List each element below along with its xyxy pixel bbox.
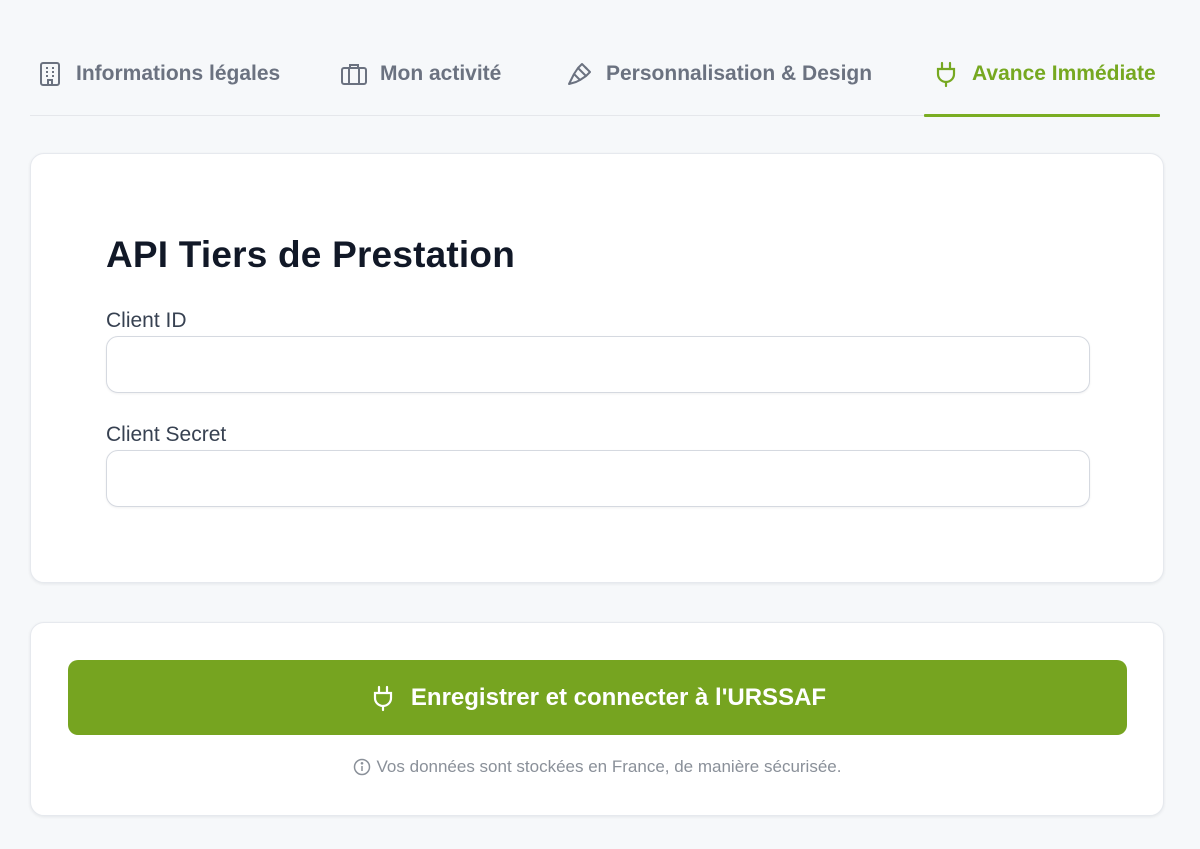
tab-label: Personnalisation & Design: [606, 62, 873, 85]
building-icon: [36, 60, 64, 88]
client-secret-label: Client Secret: [106, 423, 227, 446]
tab-personnalisation-design[interactable]: Personnalisation & Design: [566, 32, 872, 116]
briefcase-icon: [340, 60, 368, 88]
security-note-text: Vos données sont stockées en France, de …: [376, 757, 842, 776]
settings-tabs: Informations légales Mon activité Person…: [30, 32, 1160, 117]
tab-label: Mon activité: [380, 62, 502, 85]
tab-mon-activite[interactable]: Mon activité: [340, 32, 501, 116]
client-id-label: Client ID: [106, 309, 187, 332]
plug-icon: [932, 60, 960, 88]
action-card: Enregistrer et connecter à l'URSSAF Vos …: [30, 622, 1164, 816]
security-note: Vos données sont stockées en France, de …: [31, 757, 1163, 777]
paintbrush-icon: [566, 60, 594, 88]
section-title: API Tiers de Prestation: [106, 234, 515, 275]
tab-avance-immediate[interactable]: Avance Immédiate: [924, 32, 1160, 117]
client-secret-input[interactable]: [106, 450, 1090, 507]
settings-page: Informations légales Mon activité Person…: [0, 0, 1200, 849]
client-id-input[interactable]: [106, 336, 1090, 393]
tab-informations-legales[interactable]: Informations légales: [36, 32, 280, 116]
api-settings-card: API Tiers de Prestation Client ID Client…: [30, 153, 1164, 583]
plug-icon: [369, 684, 397, 712]
save-and-connect-button[interactable]: Enregistrer et connecter à l'URSSAF: [68, 660, 1127, 735]
tab-label: Avance Immédiate: [972, 62, 1156, 85]
tab-label: Informations légales: [76, 62, 281, 85]
info-icon: [353, 758, 371, 776]
button-label: Enregistrer et connecter à l'URSSAF: [410, 683, 827, 711]
